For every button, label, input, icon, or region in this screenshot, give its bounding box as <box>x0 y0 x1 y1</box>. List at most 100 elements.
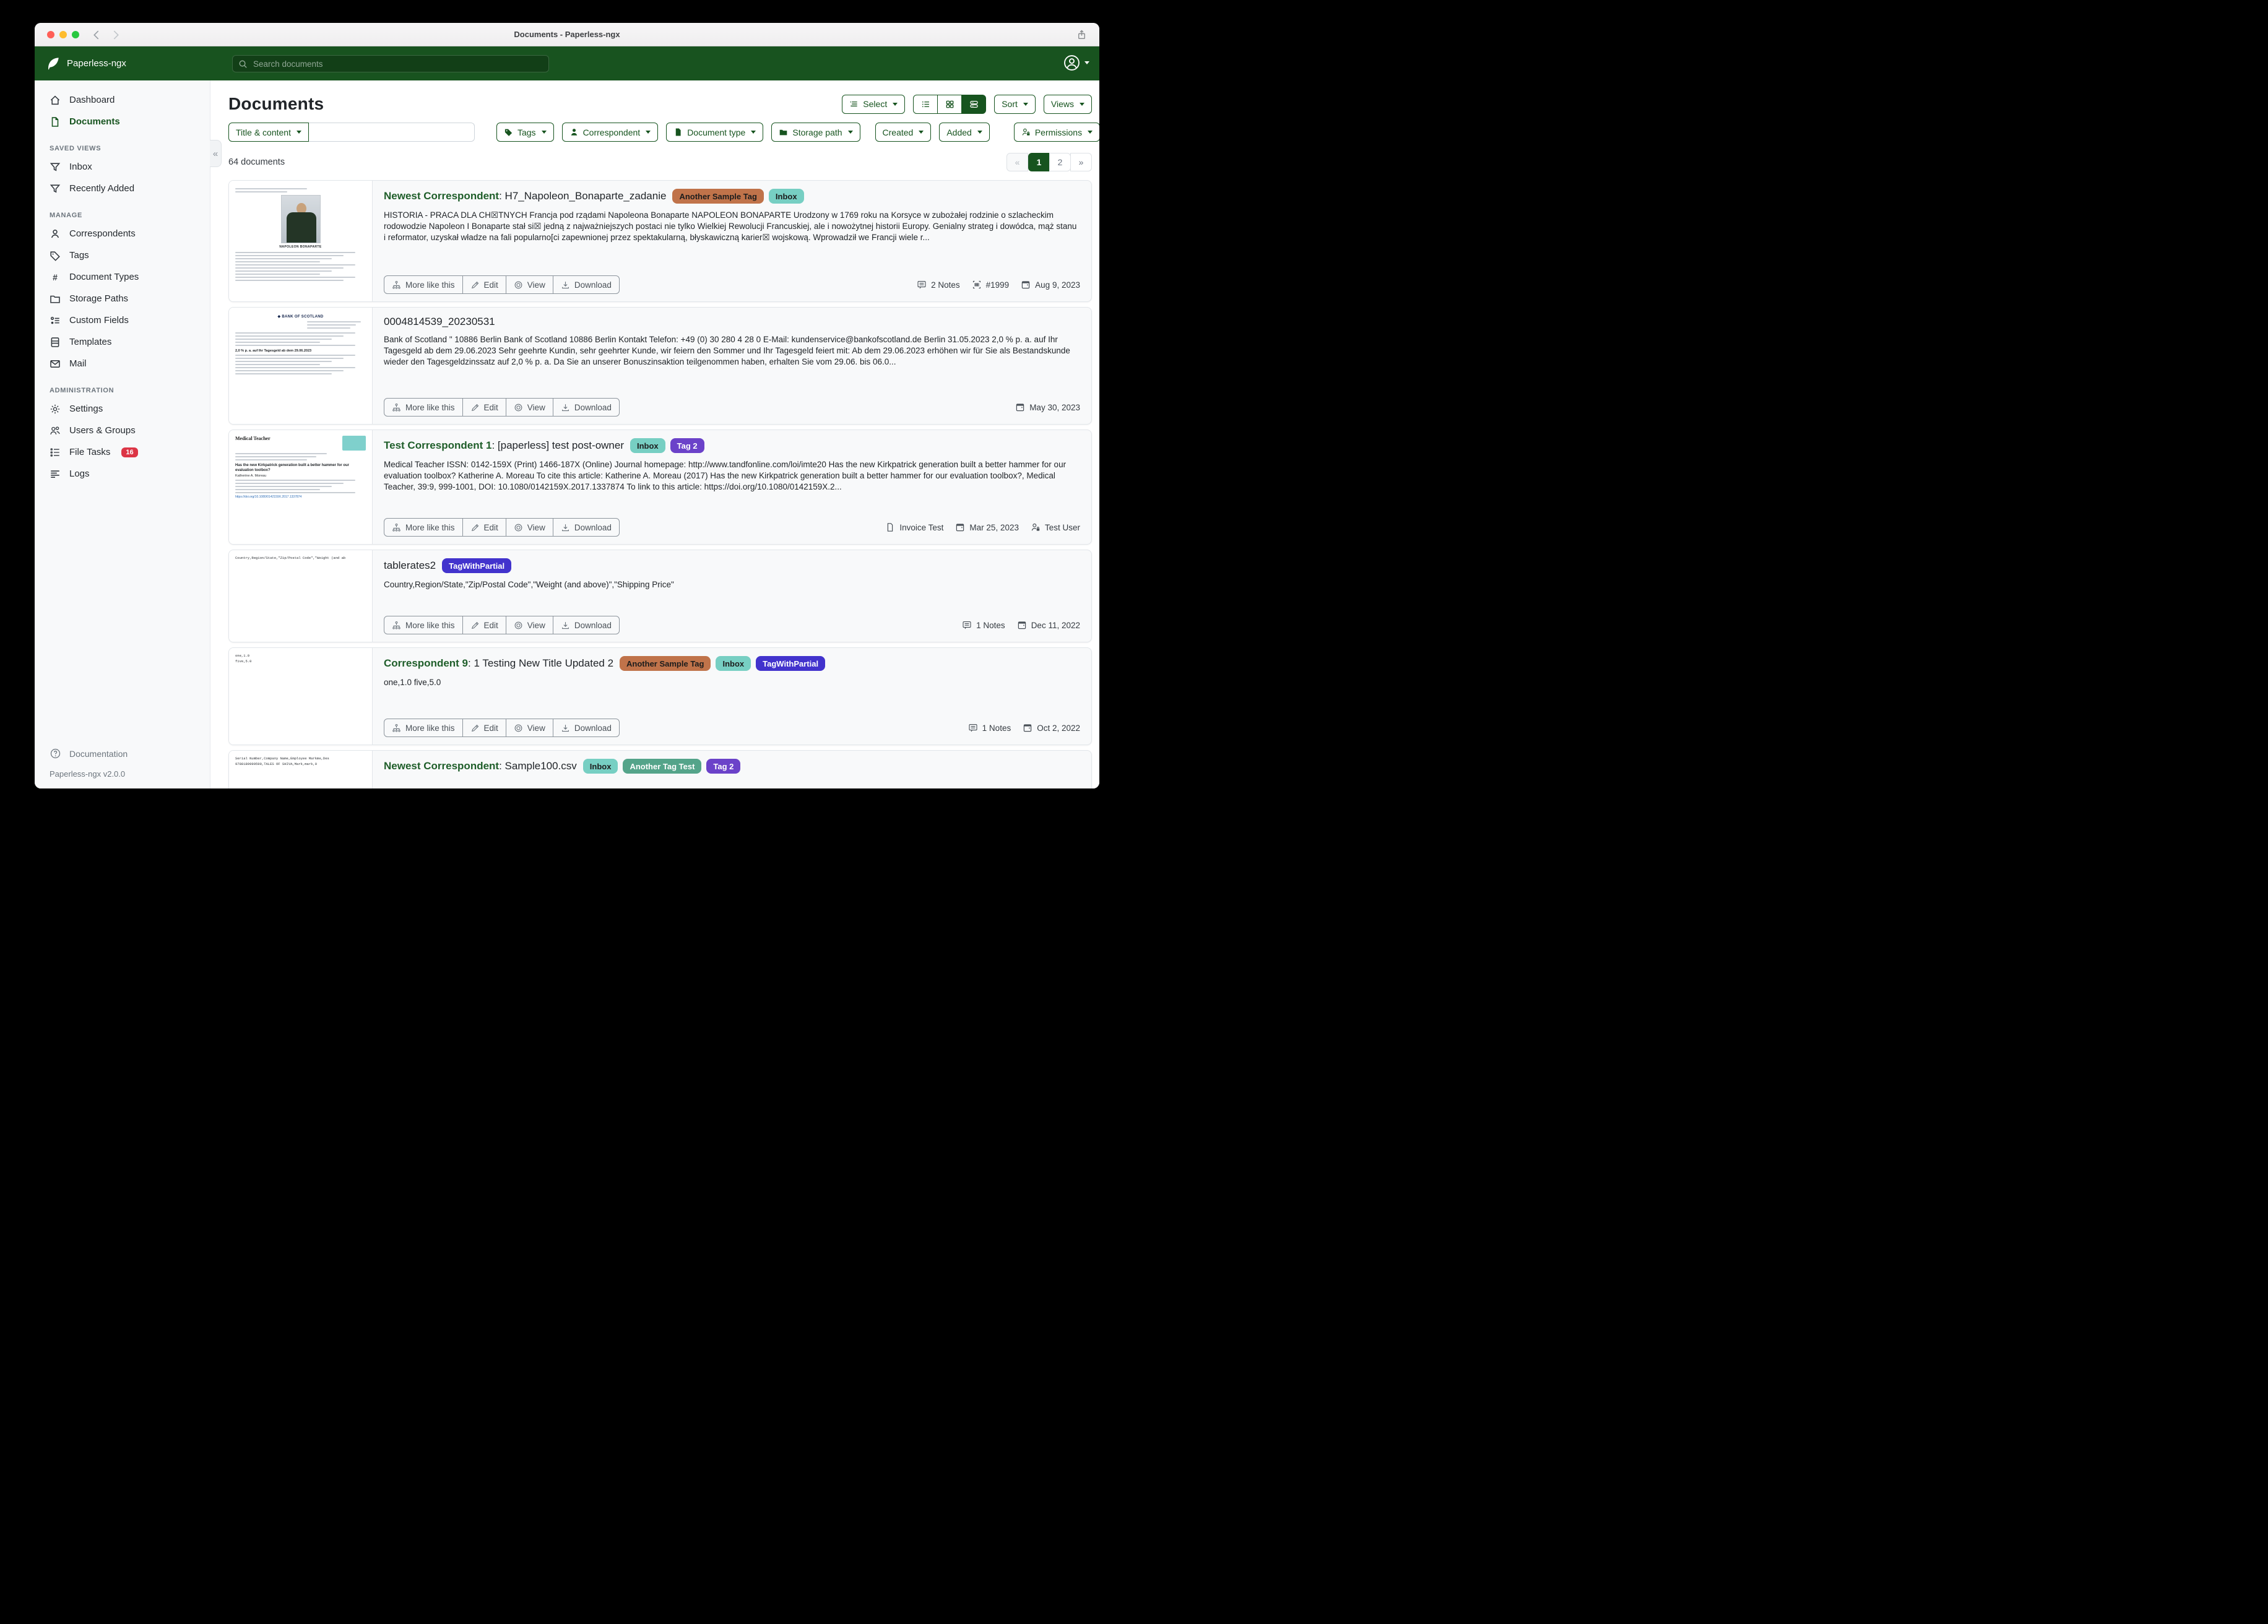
view-button[interactable]: View <box>506 719 553 737</box>
view-mode-detail-button[interactable] <box>961 95 986 114</box>
tag-pill[interactable]: Inbox <box>583 759 618 774</box>
sidebar-item-inbox[interactable]: Inbox <box>35 156 210 178</box>
tag-pill[interactable]: TagWithPartial <box>756 656 825 671</box>
more-like-this-button[interactable]: More like this <box>384 518 463 537</box>
document-thumbnail[interactable]: Serial Number,Company Name,Employee Mark… <box>229 751 373 788</box>
pagination-page-1-button[interactable]: 1 <box>1028 153 1050 171</box>
select-button[interactable]: Select <box>842 95 905 114</box>
browser-back-icon[interactable] <box>89 28 103 41</box>
tag-pill[interactable]: Tag 2 <box>670 438 704 453</box>
sidebar-collapse-button[interactable]: « <box>210 140 222 167</box>
document-thumbnail[interactable]: Country,Region/State,"Zip/Postal Code","… <box>229 550 373 642</box>
tag-pill[interactable]: Another Sample Tag <box>672 189 763 204</box>
tag-pill[interactable]: TagWithPartial <box>442 558 511 573</box>
document-correspondent-link[interactable]: Test Correspondent 1 <box>384 439 491 451</box>
sidebar-item-dashboard[interactable]: Dashboard <box>35 89 210 111</box>
document-card[interactable]: Medical TeacherHas the new Kirkpatrick g… <box>228 430 1092 545</box>
share-icon[interactable] <box>1075 28 1088 41</box>
document-thumbnail[interactable]: ◆ BANK OF SCOTLAND2,0 % p. a. auf Ihr Ta… <box>229 308 373 424</box>
download-button[interactable]: Download <box>553 275 620 294</box>
sidebar-item-correspondents[interactable]: Correspondents <box>35 223 210 244</box>
search-input[interactable] <box>252 59 543 69</box>
sidebar-item-documents[interactable]: Documents <box>35 111 210 132</box>
download-button[interactable]: Download <box>553 398 620 417</box>
more-like-this-button[interactable]: More like this <box>384 275 463 294</box>
sidebar-item-tags[interactable]: Tags <box>35 244 210 266</box>
document-card[interactable]: ◆ BANK OF SCOTLAND2,0 % p. a. auf Ihr Ta… <box>228 307 1092 425</box>
sidebar-item-document-types[interactable]: # Document Types <box>35 266 210 288</box>
view-button[interactable]: View <box>506 616 553 634</box>
tag-pill[interactable]: Inbox <box>769 189 804 204</box>
document-correspondent-link[interactable]: Newest Correspondent <box>384 760 499 772</box>
filter-permissions-button[interactable]: Permissions <box>1014 123 1099 142</box>
title-content-dropdown[interactable]: Title & content <box>228 123 309 142</box>
filter-tags-button[interactable]: Tags <box>496 123 554 142</box>
document-title[interactable]: Correspondent 9: 1 Testing New Title Upd… <box>384 657 613 670</box>
sidebar-item-recently-added[interactable]: Recently Added <box>35 178 210 199</box>
view-button[interactable]: View <box>506 275 553 294</box>
sidebar-item-custom-fields[interactable]: Custom Fields <box>35 309 210 331</box>
user-menu[interactable] <box>1063 54 1089 71</box>
document-title[interactable]: Newest Correspondent: Sample100.csv <box>384 760 577 772</box>
pagination-last-button[interactable]: » <box>1070 153 1092 171</box>
document-title[interactable]: tablerates2 <box>384 559 436 572</box>
download-button[interactable]: Download <box>553 719 620 737</box>
filter-added-button[interactable]: Added <box>939 123 989 142</box>
sidebar-item-logs[interactable]: Logs <box>35 463 210 485</box>
document-thumbnail[interactable]: one,1.0five,5.0 <box>229 648 373 745</box>
sidebar-item-templates[interactable]: Templates <box>35 331 210 353</box>
document-title[interactable]: Newest Correspondent: H7_Napoleon_Bonapa… <box>384 190 666 202</box>
title-content-input[interactable] <box>309 123 475 142</box>
edit-button[interactable]: Edit <box>462 275 506 294</box>
document-title[interactable]: Test Correspondent 1: [paperless] test p… <box>384 439 624 452</box>
edit-button[interactable]: Edit <box>462 719 506 737</box>
document-correspondent-link[interactable]: Correspondent 9 <box>384 657 468 669</box>
filter-created-button[interactable]: Created <box>875 123 932 142</box>
document-title[interactable]: 0004814539_20230531 <box>384 316 495 328</box>
pagination-first-button[interactable]: « <box>1006 153 1028 171</box>
pagination-page-2-button[interactable]: 2 <box>1049 153 1071 171</box>
zoom-window-button[interactable] <box>72 31 79 38</box>
edit-button[interactable]: Edit <box>462 398 506 417</box>
document-thumbnail[interactable]: NAPOLEON BONAPARTE <box>229 181 373 301</box>
browser-forward-icon[interactable] <box>109 28 123 41</box>
document-thumbnail[interactable]: Medical TeacherHas the new Kirkpatrick g… <box>229 430 373 544</box>
minimize-window-button[interactable] <box>59 31 67 38</box>
tag-pill[interactable]: Another Tag Test <box>623 759 701 774</box>
filter-correspondent-button[interactable]: Correspondent <box>562 123 659 142</box>
close-window-button[interactable] <box>47 31 54 38</box>
sidebar-item-file-tasks[interactable]: File Tasks 16 <box>35 441 210 463</box>
download-button[interactable]: Download <box>553 518 620 537</box>
sort-button[interactable]: Sort <box>994 95 1036 114</box>
view-button[interactable]: View <box>506 518 553 537</box>
sidebar-item-mail[interactable]: Mail <box>35 353 210 374</box>
filter-storage-path-button[interactable]: Storage path <box>771 123 860 142</box>
filter-document-type-button[interactable]: Document type <box>666 123 763 142</box>
document-card[interactable]: NAPOLEON BONAPARTE Newest Correspondent:… <box>228 180 1092 302</box>
sidebar-item-users-groups[interactable]: Users & Groups <box>35 420 210 441</box>
traffic-lights[interactable] <box>47 31 79 38</box>
more-like-this-button[interactable]: More like this <box>384 719 463 737</box>
view-mode-grid-button[interactable] <box>937 95 962 114</box>
sidebar-item-settings[interactable]: Settings <box>35 398 210 420</box>
document-card[interactable]: one,1.0five,5.0 Correspondent 9: 1 Testi… <box>228 647 1092 745</box>
download-button[interactable]: Download <box>553 616 620 634</box>
more-like-this-button[interactable]: More like this <box>384 398 463 417</box>
tag-pill[interactable]: Inbox <box>630 438 665 453</box>
edit-button[interactable]: Edit <box>462 518 506 537</box>
document-card[interactable]: Serial Number,Company Name,Employee Mark… <box>228 750 1092 788</box>
app-brand[interactable]: Paperless-ngx <box>46 56 126 71</box>
sidebar-item-documentation[interactable]: Documentation <box>35 743 210 764</box>
tag-pill[interactable]: Tag 2 <box>706 759 740 774</box>
tag-pill[interactable]: Another Sample Tag <box>620 656 711 671</box>
global-search[interactable] <box>232 55 549 72</box>
document-correspondent-link[interactable]: Newest Correspondent <box>384 190 499 202</box>
edit-button[interactable]: Edit <box>462 616 506 634</box>
views-button[interactable]: Views <box>1044 95 1092 114</box>
view-mode-table-button[interactable] <box>913 95 938 114</box>
view-button[interactable]: View <box>506 398 553 417</box>
sidebar-item-storage-paths[interactable]: Storage Paths <box>35 288 210 309</box>
more-like-this-button[interactable]: More like this <box>384 616 463 634</box>
tag-pill[interactable]: Inbox <box>716 656 751 671</box>
document-card[interactable]: Country,Region/State,"Zip/Postal Code","… <box>228 550 1092 642</box>
